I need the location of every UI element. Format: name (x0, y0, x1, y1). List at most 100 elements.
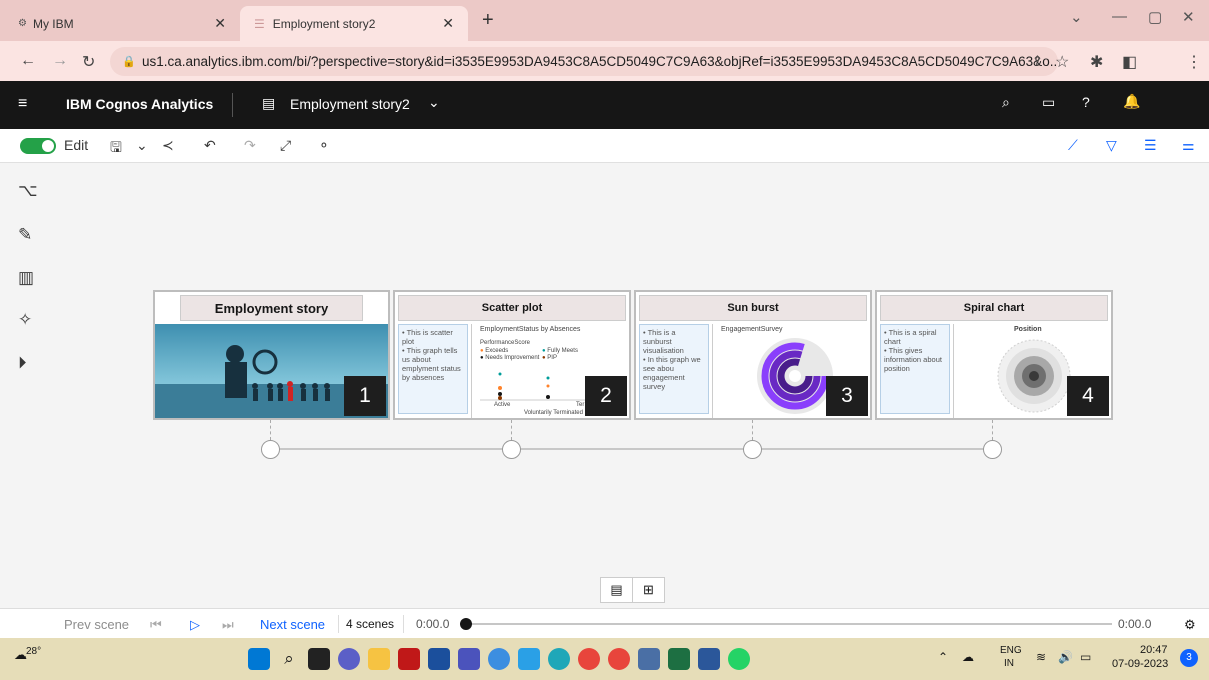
notification-bell-icon[interactable]: 🔔 (1123, 93, 1140, 110)
search-icon[interactable]: ⌕ (1002, 94, 1010, 111)
close-window-button[interactable]: ✕ (1182, 8, 1195, 26)
last-scene-icon[interactable]: ⏭ (222, 617, 234, 633)
volume-icon[interactable]: 🔊 (1058, 650, 1073, 664)
undo-icon[interactable]: ↶ (204, 137, 216, 154)
forward-icon[interactable]: → (52, 52, 68, 70)
legend-item: ● Needs Improvement (480, 355, 540, 361)
chevron-down-icon[interactable]: ⌄ (428, 94, 440, 111)
prev-scene-button[interactable]: Prev scene (64, 617, 129, 632)
hamburger-menu-icon[interactable]: ≡ (18, 95, 27, 113)
snipping-tool-icon[interactable] (638, 648, 660, 670)
restore-button[interactable]: ▢ (1148, 8, 1162, 26)
pin-icon[interactable]: ⚬ (318, 137, 330, 154)
word-icon[interactable] (698, 648, 720, 670)
scene-card-2[interactable]: Scatter plot • This is scatter plot • Th… (393, 290, 631, 420)
chat-icon[interactable]: ▭ (1042, 94, 1055, 111)
language-code[interactable]: ENG (1000, 645, 1022, 656)
bookmark-star-icon[interactable]: ☆ (1055, 52, 1069, 72)
minimize-button[interactable]: — (1112, 8, 1127, 25)
first-scene-icon[interactable]: ⏮ (150, 617, 162, 633)
timeline-dot-4[interactable] (983, 440, 1002, 459)
chart-title: EmploymentStatus by Absences (480, 326, 581, 333)
chrome-icon[interactable] (578, 648, 600, 670)
battery-icon[interactable]: ▭ (1080, 650, 1091, 664)
scene-title: Employment story (180, 295, 363, 321)
teams-icon[interactable] (458, 648, 480, 670)
grid-view-icon[interactable]: ⊞ (633, 578, 664, 602)
tab-label: My IBM (32, 16, 74, 31)
new-tab-button[interactable]: + (482, 9, 494, 32)
tab-my-ibm[interactable]: ⚙ My IBM ✕ (8, 6, 240, 41)
share-icon[interactable]: ≺ (162, 137, 174, 154)
onedrive-icon[interactable]: ☁ (962, 650, 974, 664)
timeline-dot-1[interactable] (261, 440, 280, 459)
save-icon[interactable]: 🖫 (110, 137, 122, 161)
onboard-icon[interactable] (518, 648, 540, 670)
play-icon[interactable]: ▷ (190, 617, 200, 633)
share-icon[interactable]: ⇪ (1032, 53, 1043, 69)
file-explorer-icon[interactable] (368, 648, 390, 670)
data-tree-icon[interactable]: ⌥ (18, 181, 38, 201)
scene-card-4[interactable]: Spiral chart • This is a spiral chart • … (875, 290, 1113, 420)
assets-icon[interactable]: ⏵ (18, 353, 27, 373)
tab-employment-story2[interactable]: ☰ Employment story2 ✕ (240, 6, 468, 41)
back-icon[interactable]: ← (20, 52, 36, 70)
playback-slider[interactable] (462, 623, 1112, 625)
whatsapp-icon[interactable] (728, 648, 750, 670)
legend-item: ● Exceeds (480, 348, 509, 354)
timeline-dot-2[interactable] (502, 440, 521, 459)
clock-time[interactable]: 20:47 (1140, 644, 1168, 656)
panel-icon[interactable]: ☰ (1144, 137, 1157, 154)
reload-icon[interactable]: ↻ (82, 52, 95, 72)
notification-count[interactable]: 3 (1180, 649, 1198, 667)
region-code: IN (1004, 658, 1014, 669)
url-text: us1.ca.analytics.ibm.com/bi/?perspective… (142, 54, 1058, 69)
close-tab-icon[interactable]: ✕ (214, 15, 226, 32)
filter-icon[interactable]: ▽ (1106, 137, 1117, 154)
extensions-icon[interactable]: ✱ (1090, 52, 1103, 72)
tray-chevron-up-icon[interactable]: ⌃ (938, 650, 948, 664)
search-icon[interactable]: ⌕ (278, 648, 300, 670)
pin-icon[interactable]: ✎ (18, 225, 32, 245)
scene-bullets: • This is scatter plot • This graph tell… (398, 324, 468, 414)
meet-icon[interactable] (338, 648, 360, 670)
next-scene-button[interactable]: Next scene (260, 617, 325, 632)
edge-icon[interactable] (548, 648, 570, 670)
save-chevron-down-icon[interactable]: ⌄ (136, 137, 148, 154)
url-field[interactable]: 🔒 us1.ca.analytics.ibm.com/bi/?perspecti… (110, 47, 1058, 76)
task-view-icon[interactable] (308, 648, 330, 670)
playback-handle[interactable] (460, 618, 472, 630)
doc-title[interactable]: Employment story2 (290, 96, 410, 112)
windows-start-icon[interactable] (248, 648, 270, 670)
mcafee-icon[interactable] (398, 648, 420, 670)
chart-icon[interactable]: ⟋ (1068, 137, 1078, 154)
windows-taskbar: ☁ 28° ⌕ ⌃ ☁ ENG IN ≋ 🔊 ▭ 20:47 07-09-202… (0, 638, 1209, 680)
clock-date[interactable]: 07-09-2023 (1112, 658, 1168, 670)
close-tab-icon[interactable]: ✕ (442, 15, 454, 32)
chrome-alt-icon[interactable] (488, 648, 510, 670)
wifi-icon[interactable]: ≋ (1036, 650, 1046, 664)
chart-title: EngagementSurvey (721, 326, 783, 333)
widgets-icon[interactable]: ✧ (18, 310, 32, 330)
tab-search-icon[interactable]: ⌄ (1070, 8, 1083, 26)
scene-card-3[interactable]: Sun burst • This is a sunburst visualisa… (634, 290, 872, 420)
timeline-dot-3[interactable] (743, 440, 762, 459)
side-panel-icon[interactable]: ◧ (1122, 52, 1137, 72)
time-end: 0:00.0 (1118, 617, 1152, 631)
visualizations-icon[interactable]: ▥ (18, 268, 34, 288)
kebab-menu-icon[interactable]: ⋮ (1186, 52, 1202, 72)
scene-card-1[interactable]: Employment story 1 (153, 290, 390, 420)
redo-icon[interactable]: ↷ (244, 137, 256, 154)
help-icon[interactable]: ? (1082, 94, 1090, 110)
time-start: 0:00.0 (416, 617, 450, 631)
edit-toggle[interactable] (20, 138, 56, 154)
excel-icon[interactable] (668, 648, 690, 670)
store-icon[interactable] (428, 648, 450, 670)
view-toggle: ▤ ⊞ (600, 577, 665, 603)
expand-icon[interactable]: ⤢ (280, 137, 291, 154)
gear-icon[interactable]: ⚙ (1184, 617, 1196, 633)
settings-sliders-icon[interactable]: ⚌ (1182, 137, 1195, 154)
list-view-icon[interactable]: ▤ (601, 578, 633, 602)
bullet-item: • This is a sunburst visualisation (643, 328, 684, 355)
chrome-profile-icon[interactable] (608, 648, 630, 670)
